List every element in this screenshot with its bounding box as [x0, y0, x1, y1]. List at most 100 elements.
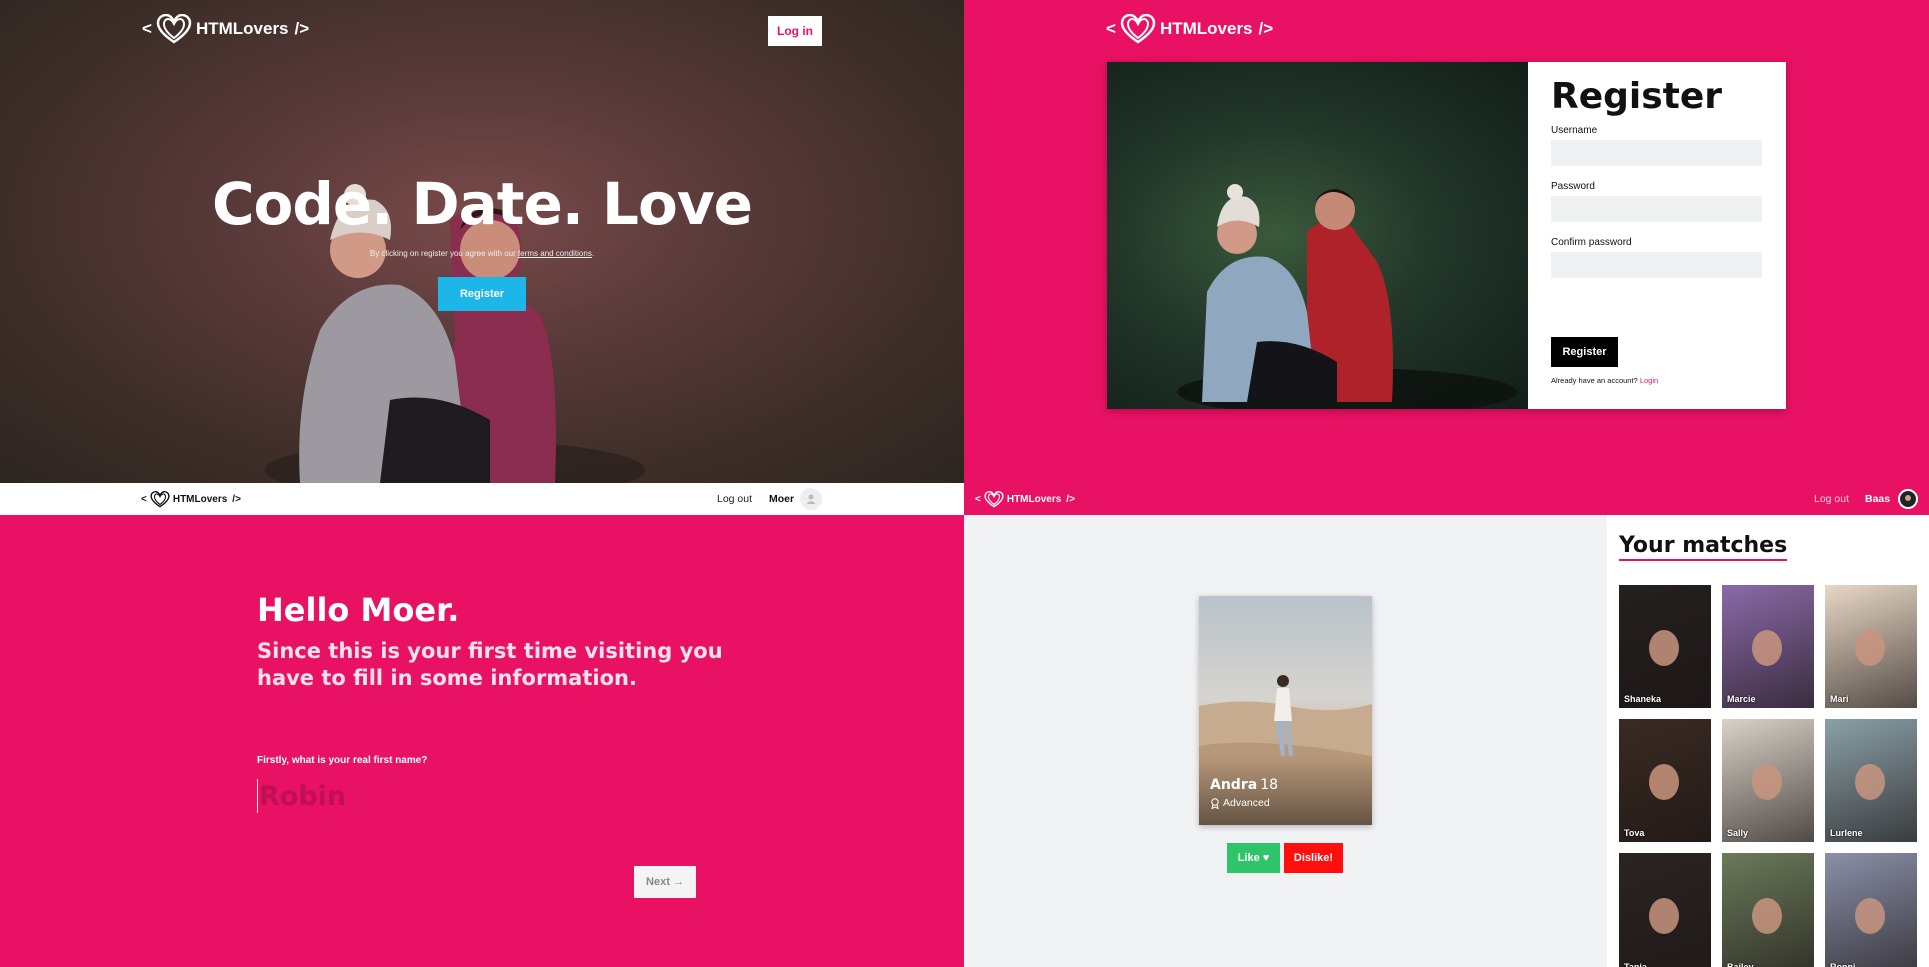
logout-link[interactable]: Log out	[1814, 493, 1849, 505]
logo-left-bracket: <	[975, 494, 981, 505]
register-form: Register Username Password Confirm passw…	[1528, 62, 1786, 409]
register-title: Register	[1551, 76, 1723, 117]
profile-level: Advanced	[1210, 797, 1270, 809]
confirm-password-field[interactable]	[1551, 252, 1762, 278]
award-icon	[1211, 797, 1219, 809]
top-navbar: < HTMLovers /> Log out Baas	[964, 483, 1929, 515]
brand-name: HTMLovers	[172, 494, 228, 505]
register-photo	[1107, 62, 1528, 409]
logo-right-bracket: />	[232, 494, 241, 505]
terms-link[interactable]: terms and conditions	[518, 249, 592, 258]
matching-screen: < HTMLovers /> Log out Baas Andra 18 Adv…	[964, 483, 1929, 967]
brand-logo[interactable]: < HTMLovers />	[141, 491, 241, 508]
password-label: Password	[1551, 181, 1595, 192]
login-link[interactable]: Login	[1640, 376, 1658, 385]
onboarding-screen: < HTMLovers /> Log out Moer Hello Moer. …	[0, 483, 964, 967]
profile-name: Andra 18	[1210, 777, 1278, 793]
avatar[interactable]	[800, 488, 822, 510]
landing-screen: < HTMLovers /> Log in Code. Date. Love B…	[0, 0, 964, 483]
match-name: Marcie	[1727, 694, 1756, 704]
matches-panel: Your matches Shaneka Marcie Mari Tova Sally L…	[1607, 515, 1929, 967]
brand-name: HTMLovers	[1159, 19, 1253, 38]
first-name-question: Firstly, what is your real first name?	[257, 755, 428, 766]
hero-register-button[interactable]: Register	[438, 277, 526, 311]
greeting-title: Hello Moer.	[257, 591, 460, 629]
terms-notice: By clicking on register you agree with o…	[0, 249, 964, 258]
profile-level-text: Advanced	[1223, 797, 1270, 809]
match-card[interactable]: Ronni	[1825, 853, 1917, 967]
next-label: Next	[646, 876, 670, 888]
match-photo	[1649, 630, 1679, 666]
match-photo	[1855, 630, 1885, 666]
brand-logo[interactable]: < HTMLovers />	[1106, 14, 1273, 44]
match-card[interactable]: Tanja	[1619, 853, 1711, 967]
username-field[interactable]	[1551, 140, 1762, 166]
confirm-password-label: Confirm password	[1551, 237, 1632, 248]
terms-suffix: .	[591, 249, 595, 258]
match-card[interactable]: Mari	[1825, 585, 1917, 708]
match-name: Tanja	[1624, 962, 1647, 967]
onboarding-subtitle: Since this is your first time visiting y…	[257, 639, 723, 691]
match-photo	[1752, 764, 1782, 800]
heart-logo-icon	[1120, 14, 1156, 44]
match-photo	[1855, 898, 1885, 934]
match-card[interactable]: Sally	[1722, 719, 1814, 842]
password-field[interactable]	[1551, 196, 1762, 222]
brand-logo[interactable]: < HTMLovers />	[975, 491, 1075, 508]
login-prompt: Already have an account? Login	[1551, 376, 1658, 385]
dislike-button[interactable]: Dislike!	[1284, 843, 1343, 873]
register-screen: < HTMLovers /> Register Username Passwor…	[964, 0, 1929, 483]
logo-right-bracket: />	[1258, 19, 1274, 38]
logo-left-bracket: <	[142, 19, 152, 38]
match-name: Tova	[1624, 828, 1645, 838]
like-button[interactable]: Like ♥	[1227, 843, 1280, 873]
heart-logo-icon	[150, 491, 170, 508]
matches-title: Your matches	[1619, 533, 1788, 561]
match-card[interactable]: Shaneka	[1619, 585, 1711, 708]
login-button[interactable]: Log in	[768, 16, 822, 46]
logo-left-bracket: <	[1106, 19, 1116, 38]
heart-logo-icon	[984, 491, 1004, 508]
match-name: Mari	[1830, 694, 1849, 704]
next-button[interactable]: Next →	[634, 866, 696, 898]
match-photo	[1649, 898, 1679, 934]
match-photo	[1752, 898, 1782, 934]
match-card[interactable]: Marcie	[1722, 585, 1814, 708]
user-photo-icon	[1905, 495, 1911, 501]
profile-age: 18	[1260, 777, 1279, 793]
register-submit-button[interactable]: Register	[1551, 337, 1618, 367]
profile-card[interactable]: Andra 18 Advanced	[1199, 596, 1372, 825]
avatar[interactable]	[1898, 489, 1918, 509]
hero-headline: Code. Date. Love	[211, 170, 753, 238]
match-card[interactable]: Lurlene	[1825, 719, 1917, 842]
register-card: Register Username Password Confirm passw…	[1107, 62, 1786, 409]
arrow-right-icon: →	[672, 876, 684, 888]
match-name: Sally	[1727, 828, 1749, 838]
brand-logo[interactable]: < HTMLovers />	[142, 14, 309, 44]
match-photo	[1649, 764, 1679, 800]
brand-name: HTMLovers	[195, 19, 289, 38]
match-photo	[1752, 630, 1782, 666]
profile-first-name: Andra	[1210, 777, 1258, 793]
match-card[interactable]: Tova	[1619, 719, 1711, 842]
match-photo	[1855, 764, 1885, 800]
match-name: Shaneka	[1624, 694, 1662, 704]
already-account-text: Already have an account?	[1551, 376, 1638, 385]
username-label: Username	[1551, 125, 1598, 136]
logo-right-bracket: />	[294, 19, 310, 38]
couple-photo	[1177, 184, 1517, 409]
logout-link[interactable]: Log out	[717, 493, 752, 505]
terms-prefix: By clicking on register you agree with o…	[369, 249, 516, 258]
logo-left-bracket: <	[141, 494, 147, 505]
match-name: Ronni	[1830, 962, 1856, 967]
logo-right-bracket: />	[1066, 494, 1075, 505]
match-name: Bailey	[1727, 962, 1754, 967]
heart-logo-icon	[156, 14, 192, 44]
username-label[interactable]: Baas	[1865, 493, 1890, 505]
first-name-input[interactable]	[257, 779, 657, 813]
user-icon	[806, 494, 816, 504]
top-navbar: < HTMLovers /> Log out Moer	[0, 483, 964, 515]
username-label[interactable]: Moer	[769, 493, 794, 505]
match-card[interactable]: Bailey	[1722, 853, 1814, 967]
brand-name: HTMLovers	[1006, 494, 1062, 505]
